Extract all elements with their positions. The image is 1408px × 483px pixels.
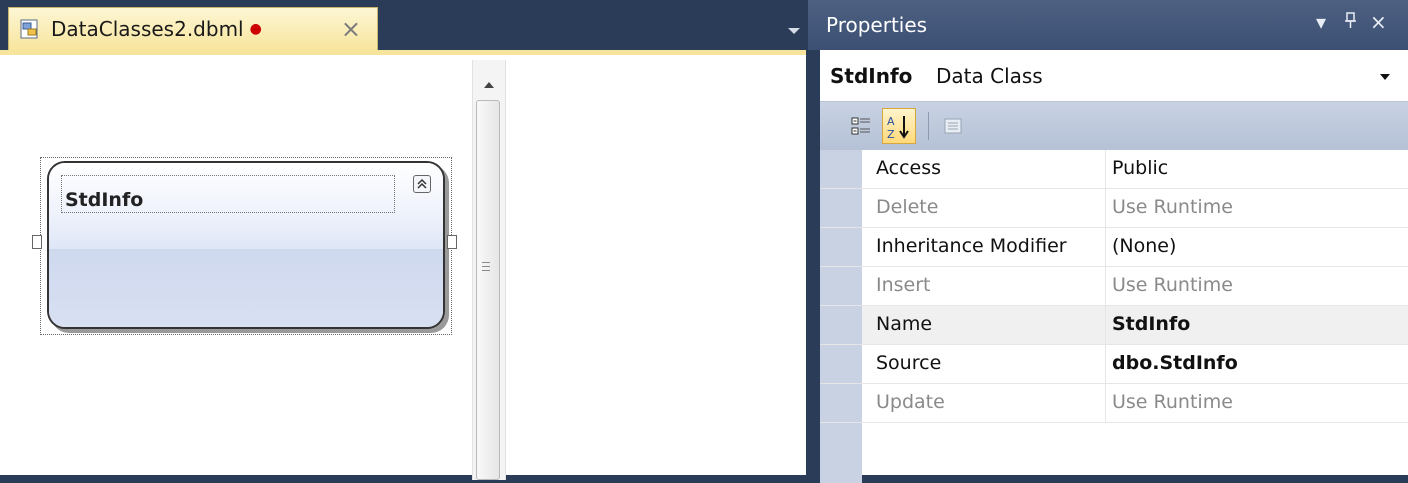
property-name: Insert <box>876 274 931 296</box>
property-name: Update <box>876 391 945 413</box>
property-row-access[interactable]: Access Public <box>820 150 1408 189</box>
property-row-insert[interactable]: Insert Use Runtime <box>820 267 1408 306</box>
property-row-source[interactable]: Source dbo.StdInfo <box>820 345 1408 384</box>
designer-canvas[interactable]: StdInfo <box>0 50 806 480</box>
property-value[interactable]: Use Runtime <box>1112 196 1233 218</box>
svg-text:Z: Z <box>887 128 895 141</box>
categorized-icon[interactable] <box>844 108 878 144</box>
unsaved-indicator-icon: ● <box>249 21 262 37</box>
tab-list-dropdown-icon[interactable] <box>788 28 800 34</box>
object-selector[interactable]: StdInfo Data Class <box>820 50 1408 102</box>
object-type: Data Class <box>936 64 1043 88</box>
close-tab-icon[interactable]: × <box>341 15 361 43</box>
property-row-update[interactable]: Update Use Runtime <box>820 384 1408 423</box>
designer-pane: DataClasses2.dbml ● × StdInfo <box>0 0 808 480</box>
tab-dataclasses2-dbml[interactable]: DataClasses2.dbml ● × <box>8 7 378 50</box>
scroll-up-icon[interactable] <box>484 82 494 88</box>
dbml-file-icon <box>19 18 41 40</box>
tab-label: DataClasses2.dbml <box>51 17 244 41</box>
pin-icon[interactable] <box>1344 10 1358 34</box>
chevron-down-icon[interactable] <box>1380 74 1390 80</box>
property-row-delete[interactable]: Delete Use Runtime <box>820 189 1408 228</box>
alphabetical-icon[interactable]: A Z <box>882 108 916 144</box>
property-name: Source <box>876 352 942 374</box>
toolbar-separator <box>928 112 929 140</box>
entity-name: StdInfo <box>65 189 144 211</box>
properties-body: StdInfo Data Class A Z Access Public Del… <box>820 50 1408 483</box>
property-pages-icon[interactable] <box>936 108 970 144</box>
properties-title-bar: Properties ▾ × <box>808 0 1408 50</box>
collapse-icon[interactable] <box>413 175 431 193</box>
scroll-thumb[interactable] <box>476 100 500 480</box>
property-value[interactable]: dbo.StdInfo <box>1112 352 1238 374</box>
entity-shape-stdinfo[interactable]: StdInfo <box>47 161 445 329</box>
property-grid-empty-area <box>820 423 1408 483</box>
resize-handle-right[interactable] <box>447 235 457 249</box>
vertical-scrollbar[interactable] <box>472 60 506 480</box>
object-name: StdInfo <box>830 64 913 88</box>
entity-body <box>49 249 443 327</box>
property-value[interactable]: (None) <box>1112 235 1176 257</box>
document-tabstrip: DataClasses2.dbml ● × <box>0 0 808 50</box>
scroll-grip-icon <box>482 262 490 271</box>
svg-text:A: A <box>887 115 895 128</box>
property-row-name[interactable]: Name StdInfo <box>820 306 1408 345</box>
property-row-inheritance-modifier[interactable]: Inheritance Modifier (None) <box>820 228 1408 267</box>
property-name: Inheritance Modifier <box>876 235 1067 257</box>
property-value[interactable]: Public <box>1112 157 1168 179</box>
properties-toolbar: A Z <box>820 102 1408 150</box>
resize-handle-left[interactable] <box>32 235 42 249</box>
property-grid: Access Public Delete Use Runtime Inherit… <box>820 150 1408 483</box>
property-value[interactable]: StdInfo <box>1112 313 1190 335</box>
properties-window: Properties ▾ × StdInfo Data Class A Z Ac… <box>808 0 1408 483</box>
close-icon[interactable]: × <box>1370 10 1387 34</box>
properties-title: Properties <box>826 13 928 37</box>
property-value[interactable]: Use Runtime <box>1112 274 1233 296</box>
window-menu-icon[interactable]: ▾ <box>1316 10 1326 34</box>
property-value[interactable]: Use Runtime <box>1112 391 1233 413</box>
property-name: Access <box>876 157 942 179</box>
property-name: Delete <box>876 196 939 218</box>
property-name: Name <box>876 313 933 335</box>
